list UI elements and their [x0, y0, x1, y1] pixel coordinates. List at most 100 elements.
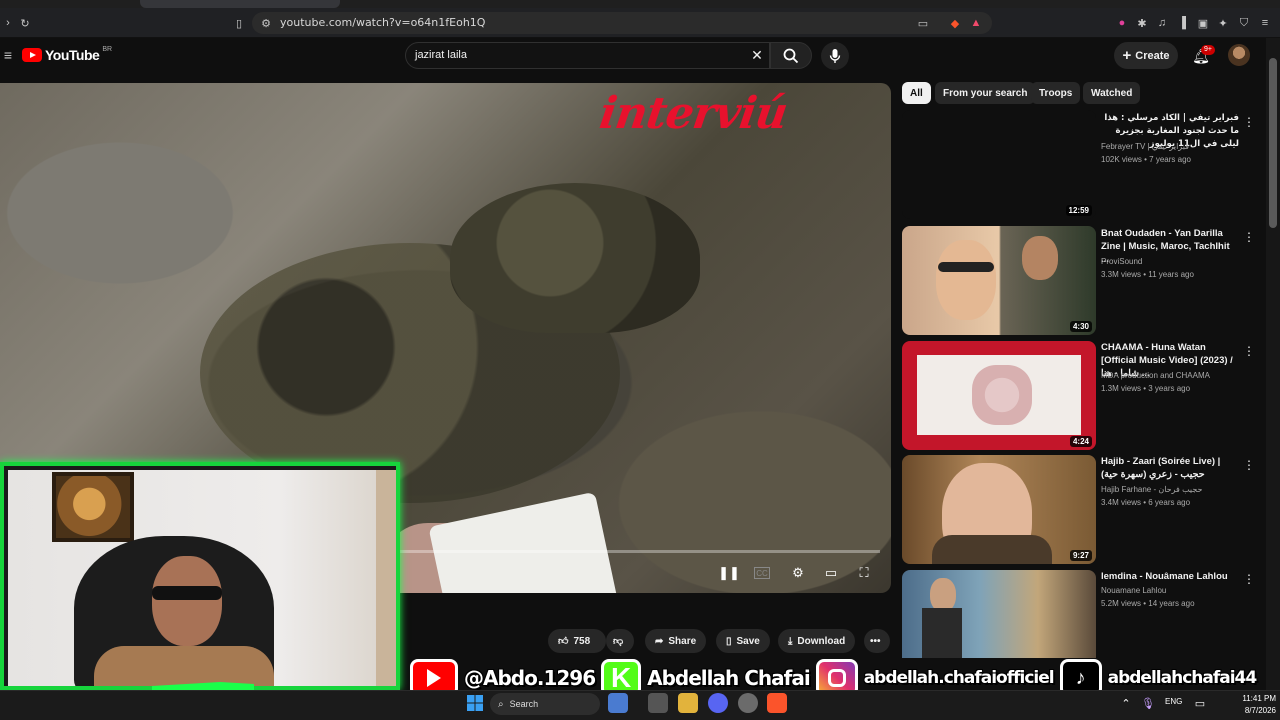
clock-date: 8/7/2026: [1244, 706, 1276, 715]
search-icon: [783, 48, 799, 63]
rec-title[interactable]: Hajib - Zaari (Soirée Live) | حجيب - زعر…: [1101, 455, 1239, 481]
folder-icon[interactable]: [678, 693, 698, 713]
chip-troops[interactable]: Troops: [1031, 82, 1081, 104]
create-button[interactable]: + Create: [1114, 42, 1178, 69]
clear-search-icon[interactable]: ✕: [749, 47, 765, 63]
rec-channel[interactable]: ProviSound: [1101, 257, 1239, 266]
dislike-button[interactable]: 👎︎: [606, 629, 634, 653]
task-view-icon[interactable]: [608, 693, 628, 713]
rec-channel[interactable]: MDA production and CHAAMA: [1101, 371, 1239, 380]
save-button[interactable]: ▯ Save: [716, 629, 770, 653]
rec-channel[interactable]: Nouamane Lahlou: [1101, 586, 1239, 595]
site-info-icon[interactable]: ⚙: [258, 15, 274, 31]
mic-tray-icon[interactable]: 🎙︎: [1140, 695, 1156, 711]
cast-icon[interactable]: ▭: [915, 15, 931, 31]
rec-thumbnail[interactable]: 9:27: [902, 455, 1096, 564]
thumb-face: [936, 240, 996, 320]
brave-shield-icon[interactable]: ◆: [947, 15, 963, 31]
thumb-body: [922, 608, 962, 658]
logo-region: BR: [102, 45, 113, 53]
youtube-play-icon: [22, 48, 42, 62]
captions-icon[interactable]: CC: [754, 567, 770, 579]
wallet-icon[interactable]: ▣: [1195, 15, 1211, 31]
more-icon: •••: [870, 635, 881, 647]
scrollbar-thumb[interactable]: [1269, 58, 1277, 228]
extension-icon[interactable]: ●: [1114, 15, 1130, 31]
plus-icon: +: [1122, 46, 1132, 64]
rec-channel[interactable]: Hajib Farhane - حجيب فرحان: [1101, 485, 1239, 494]
taskbar-search[interactable]: ⌕ Search: [490, 693, 600, 715]
cam-streamer-face: [152, 556, 222, 646]
tray-chevron-icon[interactable]: ⌃: [1118, 695, 1134, 711]
video-frame-helmet: [450, 183, 700, 333]
more-actions-button[interactable]: •••: [864, 629, 890, 653]
youtube-logo[interactable]: YouTube BR: [22, 45, 113, 63]
tab-strip: [0, 0, 1280, 8]
search-icon: ⌕: [498, 698, 504, 710]
chip-all[interactable]: All: [902, 82, 931, 104]
rewards-icon[interactable]: ▲: [968, 15, 984, 31]
settings-gear-icon[interactable]: ⚙: [787, 563, 809, 583]
music-icon[interactable]: ♫: [1154, 15, 1170, 31]
leo-icon[interactable]: ✦: [1215, 15, 1231, 31]
reload-icon[interactable]: ↻: [17, 15, 33, 31]
theater-mode-icon[interactable]: ▭: [820, 563, 842, 583]
like-count: 758: [573, 635, 591, 647]
voice-search-button[interactable]: [821, 42, 849, 70]
rec-thumbnail[interactable]: 4:24: [902, 341, 1096, 450]
puzzle-icon[interactable]: ✱: [1134, 15, 1150, 31]
duration-badge: 4:30: [1069, 321, 1092, 332]
explorer-icon[interactable]: [648, 693, 668, 713]
download-label: Download: [797, 635, 846, 647]
taskbar-clock[interactable]: 11:41 PM 8/7/2026: [1222, 690, 1276, 717]
obs-icon[interactable]: [738, 693, 758, 713]
url-text[interactable]: youtube.com/watch?v=o64n1fEoh1Q: [280, 16, 485, 29]
download-icon: ⤓: [788, 635, 793, 647]
brave-icon[interactable]: [767, 693, 787, 713]
network-icon[interactable]: ▭: [1192, 695, 1208, 711]
sidebar-icon[interactable]: ▐: [1174, 15, 1190, 31]
avatar[interactable]: [1228, 44, 1250, 66]
share-label: Share: [668, 635, 697, 647]
chip-from-your-search[interactable]: From your search: [935, 82, 1036, 104]
rec-channel[interactable]: Febrayer TV | فبراير تيفي: [1101, 142, 1239, 151]
rec-menu-icon[interactable]: ⋮: [1243, 572, 1255, 586]
fullscreen-icon[interactable]: ⛶: [853, 563, 875, 583]
discord-icon[interactable]: [708, 693, 728, 713]
search-button[interactable]: [770, 42, 812, 69]
rec-thumbnail[interactable]: [902, 570, 1096, 658]
vpn-icon[interactable]: ⛉: [1236, 15, 1252, 31]
bookmark-icon[interactable]: ▯: [231, 15, 247, 31]
notifications-badge: 9+: [1201, 45, 1215, 55]
page-scrollbar[interactable]: [1266, 38, 1280, 690]
progress-bar[interactable]: [400, 550, 880, 553]
rec-meta: 5.2M views • 14 years ago: [1101, 599, 1195, 608]
rec-menu-icon[interactable]: ⋮: [1243, 344, 1255, 358]
forward-icon[interactable]: ›: [0, 15, 16, 31]
rec-thumbnail[interactable]: 4:30: [902, 226, 1096, 335]
rec-thumbnail[interactable]: 12:59: [902, 110, 1096, 219]
active-tab[interactable]: [140, 0, 340, 8]
rec-menu-icon[interactable]: ⋮: [1243, 230, 1255, 244]
hamburger-icon[interactable]: ≡: [0, 47, 16, 63]
bookmark-save-icon: ▯: [726, 635, 732, 647]
share-button[interactable]: ➦ Share: [645, 629, 707, 653]
rec-menu-icon[interactable]: ⋮: [1243, 115, 1255, 129]
like-button[interactable]: 👍︎ 758: [548, 629, 606, 653]
chip-watched[interactable]: Watched: [1083, 82, 1141, 104]
download-button[interactable]: ⤓ Download: [778, 629, 856, 653]
microphone-icon: [829, 49, 841, 63]
thumb-shirt: [932, 535, 1052, 564]
rec-meta: 102K views • 7 years ago: [1101, 155, 1191, 164]
rec-title[interactable]: lemdina - Nouâmane Lahlou: [1101, 570, 1239, 583]
search-query[interactable]: jazirat laila: [415, 49, 467, 61]
language-indicator[interactable]: ENG: [1165, 697, 1182, 706]
video-overlay-brand: interviú: [596, 88, 791, 139]
create-label: Create: [1135, 49, 1170, 62]
thumb-face: [1022, 236, 1058, 280]
windows-start-icon[interactable]: [466, 694, 484, 712]
menu-icon[interactable]: ≡: [1257, 15, 1273, 31]
pause-icon[interactable]: ❚❚: [718, 563, 740, 583]
rec-meta: 3.3M views • 11 years ago: [1101, 270, 1194, 279]
rec-menu-icon[interactable]: ⋮: [1243, 458, 1255, 472]
